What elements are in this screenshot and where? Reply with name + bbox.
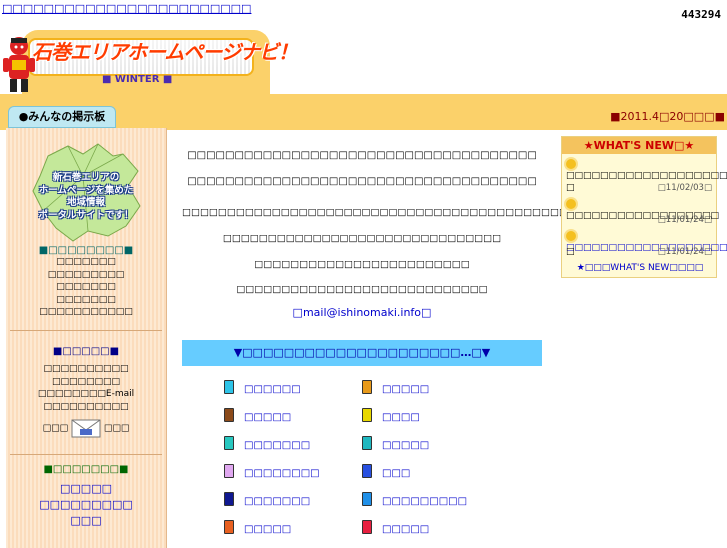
category-bullet-icon [224, 520, 234, 534]
category-bullet-icon [224, 408, 234, 422]
intro-text: □□□□□□□□□□□□□□□□□□□□□□□□□□□□□□□□□□□□□ [187, 176, 537, 187]
section-2-title: ■□□□□□■ [52, 346, 120, 357]
intro-text: □□□□□□□□□□□□□□□□□□□□□□□□□□□□□□□□□□□□□□□□… [182, 207, 568, 218]
intro-text: □□□□□□□□□□□□□□□□□□□□□□□□□□□□ [236, 284, 488, 295]
category-label: □□□□□□□ [244, 440, 311, 451]
sidebar-section-3: ■□□□□□□□■ □□□□□ □□□□□□□□□ □□□ [6, 464, 166, 529]
map-caption: 新石巻エリアの ホームページを集めた 地域情報 ポータルサイトです！ [6, 172, 166, 222]
divider [10, 454, 162, 455]
sidebar-link[interactable]: □□□□□ [6, 481, 166, 497]
sidebar: 新石巻エリアの ホームページを集めた 地域情報 ポータルサイトです！ ■□□□□… [6, 128, 167, 548]
visitor-counter: 443294 [681, 8, 721, 21]
news-date: □11/01/24□ [657, 247, 712, 257]
map-caption-line: 新石巻エリアの [52, 172, 120, 183]
category-link[interactable]: □□□□□□□ [224, 436, 310, 451]
category-bullet-icon [362, 464, 372, 478]
section-3-title: ■□□□□□□□■ [43, 464, 129, 475]
category-bullet-icon [362, 520, 372, 534]
category-label: □□□□□ [244, 412, 292, 423]
category-link[interactable]: □□□□□ [362, 520, 429, 535]
news-date: □11/01/24□ [657, 215, 712, 225]
category-link[interactable]: □□□□□□□ [224, 492, 310, 507]
sidebar-link[interactable]: □□□□□□□ [6, 256, 166, 269]
email-text[interactable]: □mail@ishinomaki.info□ [293, 306, 432, 319]
category-label: □□□□□□□□ [244, 468, 320, 479]
logo-title: 石巻エリアホームページナビ！ [32, 40, 298, 64]
category-menu-bar: ▼□□□□□□□□□□□□□□□□□□□□□…□▼ [182, 340, 542, 366]
news-text: □□□□□□□□□□□□□□□□□□□□□□□ [566, 171, 727, 181]
category-label: □□□ [382, 468, 411, 479]
sidebar-link[interactable]: □□□□□□□□E-mail [6, 388, 166, 401]
category-link[interactable]: □□□□□□□□□ [362, 492, 467, 507]
category-bullet-icon [224, 436, 234, 450]
sidebar-section-1: ■□□□□□□□□■ □□□□□□□ □□□□□□□□□ □□□□□□□ □□□… [6, 245, 166, 319]
category-link[interactable]: □□□□□□□□ [224, 464, 320, 479]
mail-row: □□□ □□□ [6, 417, 166, 439]
mail-right-label: □□□ [103, 423, 130, 434]
sun-icon [566, 231, 576, 241]
category-link[interactable]: □□□ [362, 464, 410, 479]
map-caption-line: 地域情報 [66, 197, 105, 208]
sidebar-link[interactable]: □□□□□□□ [6, 281, 166, 294]
category-label: □□□□□ [244, 524, 292, 535]
whats-new-box: ★WHAT'S NEW□★ □□□□□□□□□□□□□□□□□□□□□□□ □ … [561, 136, 727, 278]
category-bullet-icon [362, 492, 372, 506]
sidebar-section-2: ■□□□□□■ □□□□□□□□□□ □□□□□□□□ □□□□□□□□E-ma… [6, 346, 166, 439]
sidebar-link[interactable]: □□□□□□□□ [6, 376, 166, 389]
category-bullet-icon [362, 436, 372, 450]
bulletin-board-tab[interactable]: ●みんなの掲示板 [8, 106, 116, 128]
whats-new-title: ★WHAT'S NEW□★ [562, 137, 716, 154]
category-link[interactable]: □□□□□ [224, 520, 291, 535]
whats-new-more-link[interactable]: ★□□□WHAT'S NEW□□□□ [566, 263, 714, 273]
sidebar-link[interactable]: □□□□□□□□□□ [6, 363, 166, 376]
category-bullet-icon [224, 492, 234, 506]
category-bullet-icon [224, 380, 234, 394]
category-label: □□□□□ [382, 524, 430, 535]
intro-text: □□□□□□□□□□□□□□□□□□□□□□□□ [254, 259, 470, 270]
category-link[interactable]: □□□□□ [362, 436, 429, 451]
sidebar-link[interactable]: □□□□□□□□□□ [6, 401, 166, 414]
site-logo[interactable]: 石巻エリアホームページナビ！ ■ WINTER ■ [2, 28, 298, 96]
sun-icon [566, 159, 576, 169]
mascot-icon [3, 37, 35, 92]
sidebar-link[interactable]: □□□□□□□□□□□ [6, 306, 166, 319]
category-label: □□□□□□□ [244, 496, 311, 507]
news-date: □11/02/03□ [657, 183, 712, 193]
news-item[interactable]: □□□□□□□□□□□□□□□□□□□□□□□ [566, 159, 727, 181]
sidebar-link[interactable]: □□□□□□□□□ [6, 269, 166, 282]
intro-text: □□□□□□□□□□□□□□□□□□□□□□□□□□□□□□□ [222, 233, 502, 244]
map-caption-line: ホームページを集めた [38, 184, 134, 196]
date-banner: ■2011.4□20□□□■ [610, 110, 725, 123]
category-bullet-icon [362, 408, 372, 422]
contact-email-link[interactable]: □mail@ishinomaki.info□ [182, 306, 542, 319]
top-link[interactable]: □□□□□□□□□□□□□□□□□□□□□□□□ [2, 2, 251, 15]
category-link[interactable]: □□□□□□ [224, 380, 301, 395]
category-link[interactable]: □□□□□ [224, 408, 291, 423]
category-bullet-icon [224, 464, 234, 478]
intro-text: □□□□□□□□□□□□□□□□□□□□□□□□□□□□□□□□□□□□□ [187, 150, 537, 161]
divider [10, 330, 162, 331]
sun-icon [566, 199, 576, 209]
sidebar-link[interactable]: □□□□□□□ [6, 294, 166, 307]
category-label: □□□□□□ [244, 384, 301, 395]
mail-left-label: □□□ [42, 423, 69, 434]
category-link[interactable]: □□□□ [362, 408, 420, 423]
category-bullet-icon [362, 380, 372, 394]
category-label: □□□□□ [382, 440, 430, 451]
category-link[interactable]: □□□□□ [362, 380, 429, 395]
sidebar-link[interactable]: □□□□□□□□□ [6, 497, 166, 513]
sidebar-link[interactable]: □□□ [6, 513, 166, 529]
category-label: □□□□□□□□□ [382, 496, 468, 507]
logo-subtitle: ■ WINTER ■ [102, 74, 173, 85]
map-caption-line: ポータルサイトです！ [38, 209, 134, 221]
category-label: □□□□ [382, 412, 420, 423]
category-label: □□□□□ [382, 384, 430, 395]
envelope-icon[interactable] [71, 417, 101, 439]
section-1-title: ■□□□□□□□□■ [38, 245, 134, 256]
